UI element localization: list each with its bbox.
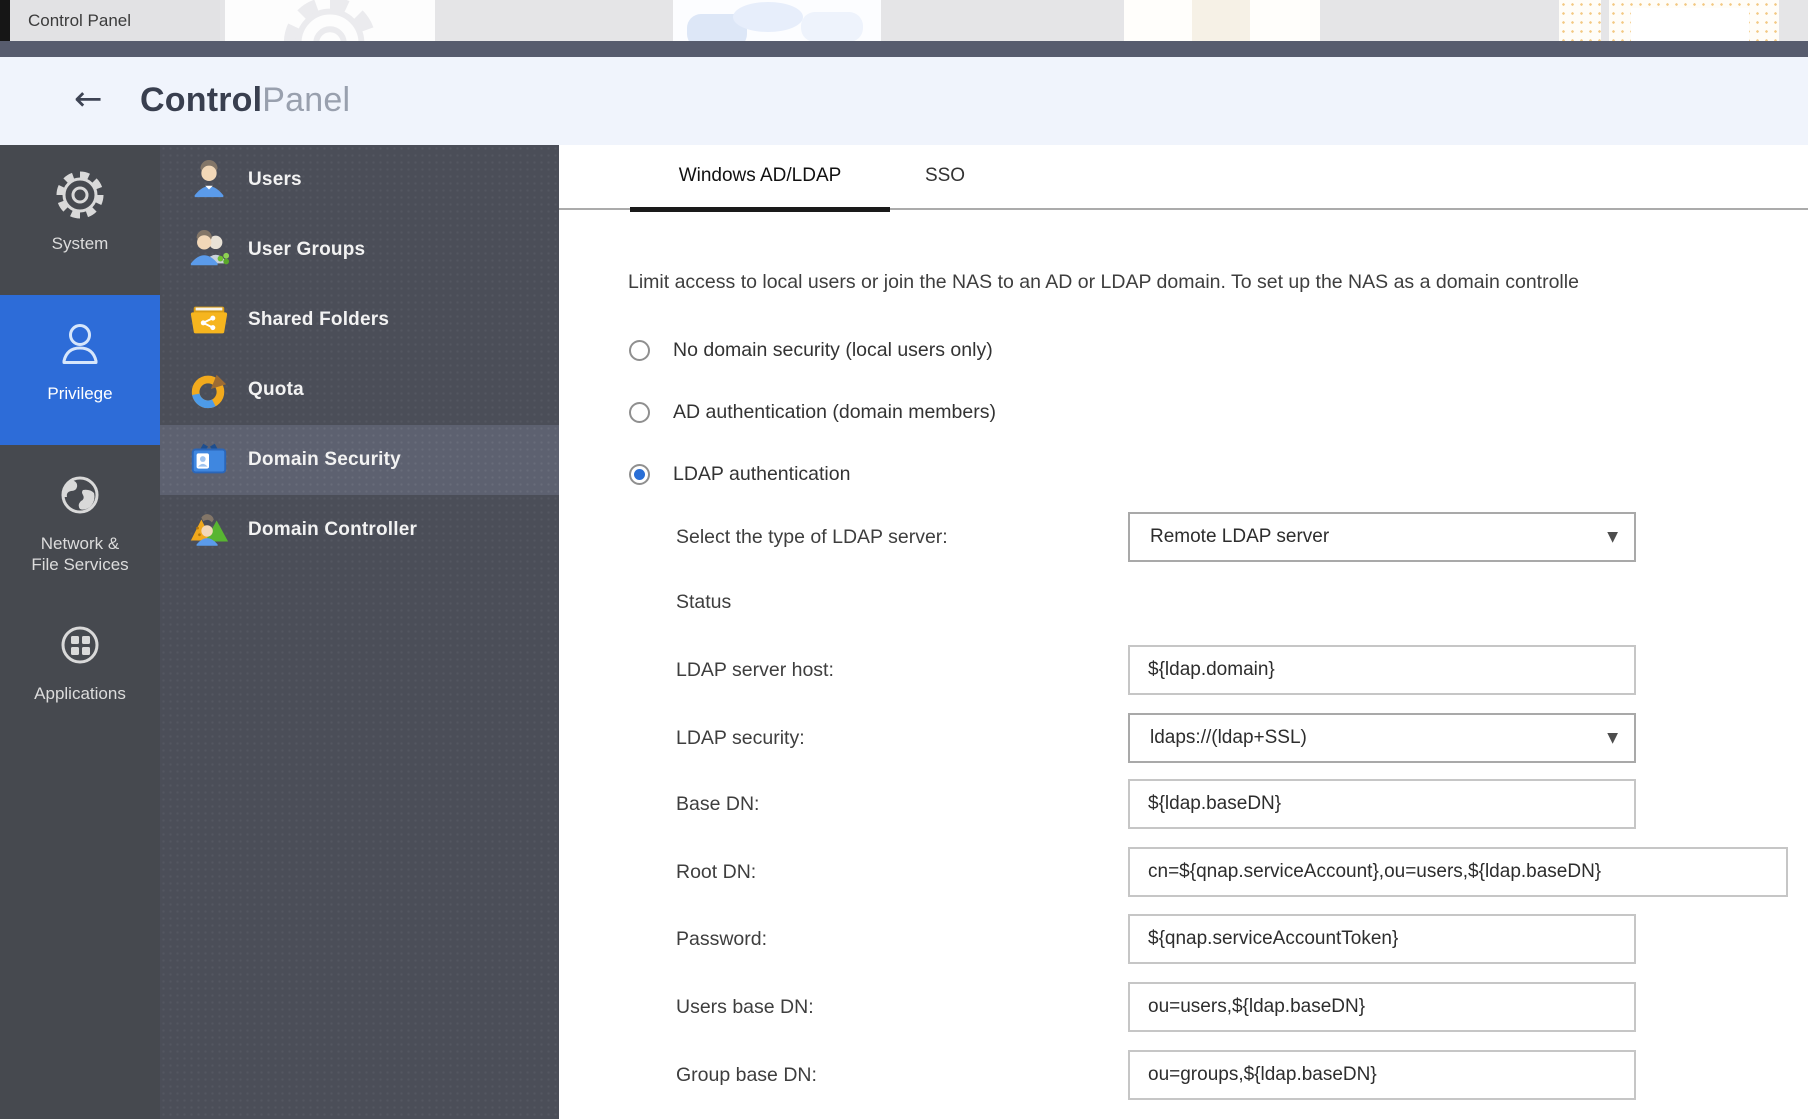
ldap-security-label: LDAP security: xyxy=(676,726,805,750)
dropdown-value: Remote LDAP server xyxy=(1150,526,1329,547)
globe-icon xyxy=(52,467,108,523)
root-dn-label: Root DN: xyxy=(676,860,756,884)
ldap-type-dropdown[interactable]: Remote LDAP server ▼ xyxy=(1128,512,1636,562)
radio-circle-icon xyxy=(629,464,650,485)
menu-item-label: User Groups xyxy=(248,239,365,261)
radio-label: LDAP authentication xyxy=(673,463,850,486)
menu-item-user-groups[interactable]: User Groups xyxy=(160,215,559,285)
window-preview-thumbnail[interactable] xyxy=(673,0,881,41)
gear-icon xyxy=(52,167,108,223)
sidebar-item-network-file-services[interactable]: Network & File Services xyxy=(0,445,160,595)
status-label: Status xyxy=(676,590,731,614)
person-icon xyxy=(52,317,108,373)
primary-sidebar: System Privilege Network & File Services xyxy=(0,145,160,1119)
window-preview-thumbnail[interactable] xyxy=(1559,0,1779,41)
page-title-bold: Control xyxy=(140,81,262,119)
control-panel-window: Control Panel ← ControlPanel xyxy=(0,0,1808,1119)
tab-label: Windows AD/LDAP xyxy=(679,165,842,186)
chevron-down-icon: ▼ xyxy=(1607,514,1618,560)
menu-item-domain-controller[interactable]: Domain Controller xyxy=(160,495,559,565)
tab-bar: Windows AD/LDAP SSO xyxy=(559,145,1808,210)
menu-item-domain-security[interactable]: Domain Security xyxy=(160,425,559,495)
menu-item-label: Shared Folders xyxy=(248,309,389,331)
domain-controller-icon xyxy=(188,509,230,551)
radio-label: No domain security (local users only) xyxy=(673,339,993,362)
window-preview-thumbnail[interactable] xyxy=(225,0,435,41)
apps-grid-icon xyxy=(52,617,108,673)
preview-dotted-panel xyxy=(1559,0,1601,41)
dropdown-value: ldaps://(ldap+SSL) xyxy=(1150,727,1307,748)
tab-sso[interactable]: SSO xyxy=(905,145,985,210)
ldap-security-dropdown[interactable]: ldaps://(ldap+SSL) ▼ xyxy=(1128,713,1636,763)
password-label: Password: xyxy=(676,927,767,951)
base-dn-label: Base DN: xyxy=(676,792,759,816)
preview-blob xyxy=(801,12,863,41)
base-dn-input[interactable] xyxy=(1128,779,1636,829)
faded-gear-icon xyxy=(275,0,385,41)
quota-pie-icon xyxy=(188,369,230,411)
radio-ldap-authentication[interactable]: LDAP authentication xyxy=(629,461,850,487)
panel-description: Limit access to local users or join the … xyxy=(628,271,1808,294)
domain-security-panel: Windows AD/LDAP SSO Limit access to loca… xyxy=(559,145,1808,1119)
radio-label: AD authentication (domain members) xyxy=(673,401,996,424)
ldap-type-label: Select the type of LDAP server: xyxy=(676,525,948,549)
sidebar-item-applications[interactable]: Applications xyxy=(0,595,160,745)
preview-band xyxy=(1192,0,1250,41)
sidebar-item-label: Privilege xyxy=(47,383,112,404)
active-tab-underline xyxy=(630,207,890,212)
menu-item-shared-folders[interactable]: Shared Folders xyxy=(160,285,559,355)
shared-folder-icon xyxy=(188,299,230,341)
window-preview-thumbnail[interactable] xyxy=(1124,0,1320,41)
sidebar-item-label: System xyxy=(52,233,109,254)
sidebar-item-privilege[interactable]: Privilege xyxy=(0,295,160,445)
menu-item-label: Domain Security xyxy=(248,449,401,471)
chevron-down-icon: ▼ xyxy=(1607,715,1618,761)
privilege-menu: Users User Groups xyxy=(160,145,559,1119)
tab-label: SSO xyxy=(925,165,965,186)
title-divider-bar xyxy=(0,41,1808,57)
tab-windows-ad-ldap[interactable]: Windows AD/LDAP xyxy=(630,145,890,210)
ldap-server-host-input[interactable] xyxy=(1128,645,1636,695)
user-groups-icon xyxy=(188,229,230,271)
menu-item-quota[interactable]: Quota xyxy=(160,355,559,425)
users-icon xyxy=(188,159,230,201)
menu-item-label: Quota xyxy=(248,379,304,401)
radio-circle-icon xyxy=(629,340,650,361)
page-title-light: Panel xyxy=(262,81,350,119)
ldap-server-host-label: LDAP server host: xyxy=(676,658,834,682)
menu-item-label: Domain Controller xyxy=(248,519,417,541)
group-base-dn-input[interactable] xyxy=(1128,1050,1636,1100)
radio-circle-icon xyxy=(629,402,650,423)
strip-notch xyxy=(0,0,10,41)
group-base-dn-label: Group base DN: xyxy=(676,1063,817,1087)
radio-ad-authentication[interactable]: AD authentication (domain members) xyxy=(629,399,996,425)
task-switcher-strip: Control Panel xyxy=(0,0,1808,41)
sidebar-item-system[interactable]: System xyxy=(0,145,160,295)
sidebar-item-label: Network & File Services xyxy=(31,533,128,575)
preview-inner-panel xyxy=(1631,8,1749,41)
taskbar-tab-control-panel[interactable]: Control Panel xyxy=(10,0,220,41)
menu-item-users[interactable]: Users xyxy=(160,145,559,215)
users-base-dn-input[interactable] xyxy=(1128,982,1636,1032)
back-arrow-icon[interactable]: ← xyxy=(74,79,103,119)
page-title: ControlPanel xyxy=(140,81,350,120)
sidebar-item-label: Applications xyxy=(34,683,126,704)
root-dn-input[interactable] xyxy=(1128,847,1788,897)
preview-blob xyxy=(733,2,803,32)
domain-security-badge-icon xyxy=(188,439,230,481)
menu-item-label: Users xyxy=(248,169,302,191)
preview-dotted-panel xyxy=(1609,0,1779,41)
users-base-dn-label: Users base DN: xyxy=(676,995,814,1019)
password-input[interactable] xyxy=(1128,914,1636,964)
radio-no-domain-security[interactable]: No domain security (local users only) xyxy=(629,337,993,363)
app-header: ← ControlPanel xyxy=(0,57,1808,145)
